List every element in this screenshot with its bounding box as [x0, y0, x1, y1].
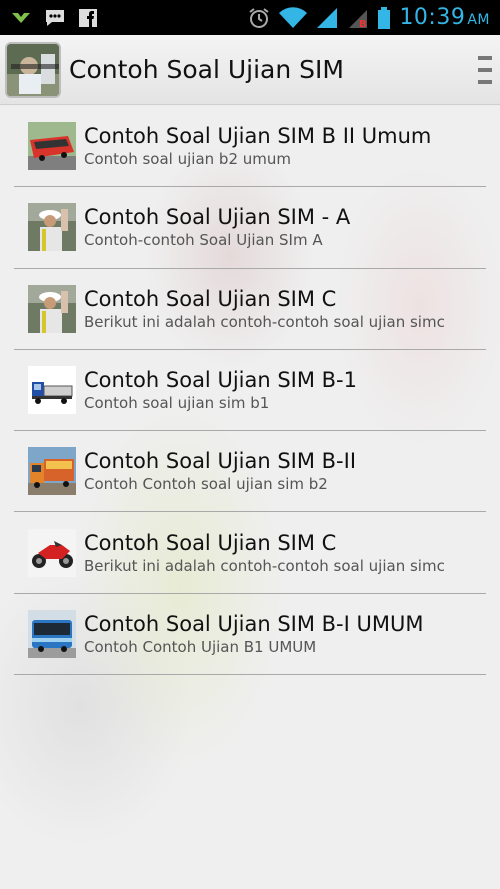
item-subtitle: Contoh soal ujian sim b1 — [84, 394, 270, 413]
svg-text:B: B — [359, 19, 367, 30]
alarm-icon — [247, 6, 271, 30]
item-title: Contoh Soal Ujian SIM B-1 — [84, 368, 357, 393]
bbm-icon — [44, 8, 66, 28]
soal-list: Contoh Soal Ujian SIM B II Umum Contoh s… — [14, 106, 486, 676]
signal-icon — [315, 6, 339, 30]
item-title: Contoh Soal Ujian SIM - A — [84, 205, 351, 230]
status-clock: 10:39 AM — [399, 5, 490, 30]
status-bar: B 10:39 AM — [0, 0, 500, 35]
item-subtitle: Contoh soal ujian b2 umum — [84, 150, 291, 169]
action-bar: Contoh Soal Ujian SIM — [0, 35, 500, 105]
notification-icons — [10, 8, 98, 28]
big-truck-icon — [28, 447, 76, 496]
item-subtitle: Contoh-contoh Soal Ujian SIm A — [84, 231, 323, 250]
item-title: Contoh Soal Ujian SIM C — [84, 286, 337, 311]
list-item[interactable]: Contoh Soal Ujian SIM - A Contoh-contoh … — [14, 187, 486, 269]
system-icons: B 10:39 AM — [247, 5, 490, 30]
bus-icon — [28, 122, 76, 171]
item-subtitle: Contoh Contoh soal ujian sim b2 — [84, 475, 328, 494]
content-area: Contoh Soal Ujian SIM B II Umum Contoh s… — [0, 106, 500, 889]
list-item[interactable]: Contoh Soal Ujian SIM B-1 Contoh soal uj… — [14, 350, 486, 432]
app-logo-icon[interactable] — [5, 41, 61, 98]
list-item[interactable]: Contoh Soal Ujian SIM B-II Contoh Contoh… — [14, 431, 486, 513]
list-item[interactable]: Contoh Soal Ujian SIM C Berikut ini adal… — [14, 269, 486, 350]
battery-icon — [377, 6, 391, 30]
list-item[interactable]: Contoh Soal Ujian SIM C Berikut ini adal… — [14, 512, 486, 594]
police-icon — [28, 203, 76, 252]
item-title: Contoh Soal Ujian SIM B-I UMUM — [84, 611, 424, 636]
item-subtitle: Berikut ini adalah contoh-contoh soal uj… — [84, 556, 445, 575]
facebook-icon — [78, 8, 98, 28]
signal-b-icon: B — [347, 6, 369, 30]
page-title: Contoh Soal Ujian SIM — [69, 55, 344, 84]
item-subtitle: Contoh Contoh Ujian B1 UMUM — [84, 637, 317, 656]
item-title: Contoh Soal Ujian SIM B II Umum — [84, 124, 432, 149]
download-icon — [10, 10, 32, 26]
item-title: Contoh Soal Ujian SIM C — [84, 530, 337, 555]
minibus-icon — [28, 609, 76, 658]
overflow-menu-icon[interactable] — [478, 55, 492, 84]
item-subtitle: Berikut ini adalah contoh-contoh soal uj… — [84, 312, 445, 331]
police-icon — [28, 284, 76, 333]
item-title: Contoh Soal Ujian SIM B-II — [84, 449, 357, 474]
list-item[interactable]: Contoh Soal Ujian SIM B-I UMUM Contoh Co… — [14, 594, 486, 676]
truck-icon — [28, 366, 76, 415]
list-item[interactable]: Contoh Soal Ujian SIM B II Umum Contoh s… — [14, 106, 486, 188]
wifi-icon — [279, 6, 308, 29]
motorcycle-icon — [28, 528, 76, 577]
